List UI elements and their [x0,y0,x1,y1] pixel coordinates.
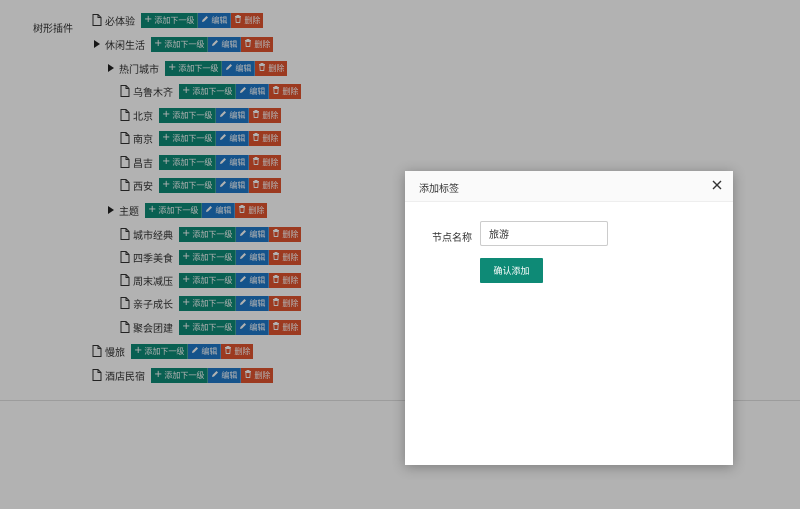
close-icon[interactable] [709,177,725,193]
node-name-label: 节点名称 [432,233,472,244]
modal-header: 添加标签 [405,171,733,202]
confirm-add-button[interactable]: 确认添加 [480,258,543,283]
add-tag-modal: 添加标签 节点名称 确认添加 [405,171,733,465]
node-name-input[interactable] [480,221,608,246]
modal-title: 添加标签 [419,184,459,195]
